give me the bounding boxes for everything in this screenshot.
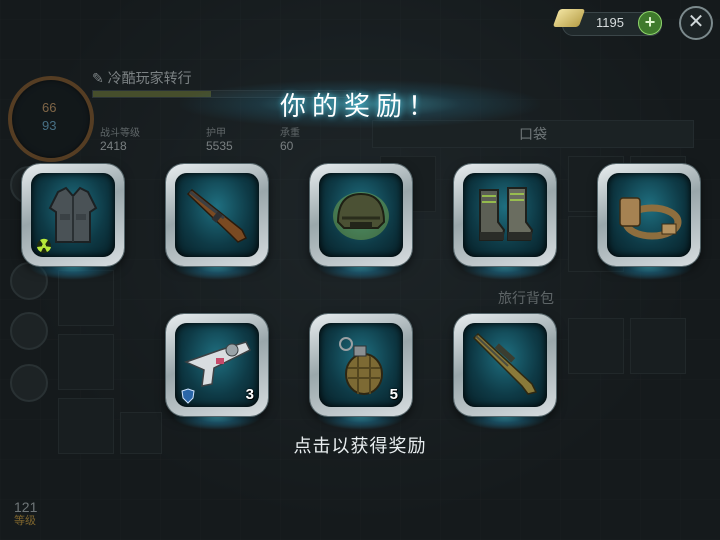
reward-slot-armor-vest[interactable] bbox=[22, 164, 124, 280]
player-name[interactable]: ✎ 冷酷玩家转行 bbox=[92, 68, 192, 88]
reward-slot-sniper-rifle[interactable] bbox=[454, 314, 556, 430]
belt-icon bbox=[619, 197, 682, 240]
stat-carry-weight: 承重 60 bbox=[280, 128, 300, 153]
helmet-icon bbox=[333, 192, 389, 240]
reward-slot-helmet[interactable] bbox=[310, 164, 412, 280]
radiation-badge-icon bbox=[37, 238, 51, 253]
grenade-icon bbox=[339, 337, 383, 395]
reward-slot-repair-gun[interactable]: 3 bbox=[166, 314, 268, 430]
stat-combat-level: 战斗等级 2418 bbox=[100, 128, 140, 153]
reward-slot-boots[interactable] bbox=[454, 164, 556, 280]
bag-label: 旅行背包 bbox=[498, 290, 554, 306]
reward-slot-grenade[interactable]: 5 bbox=[310, 314, 412, 430]
crafting-button[interactable] bbox=[10, 312, 48, 350]
reward-slot-rifle[interactable] bbox=[166, 164, 268, 280]
player-level: 121 等级 bbox=[14, 499, 38, 527]
reward-slot-belt[interactable] bbox=[598, 164, 700, 280]
add-currency-button[interactable]: + bbox=[638, 11, 662, 35]
tap-to-claim-hint[interactable]: 点击以获得奖励 bbox=[0, 432, 720, 458]
reward-qty: 3 bbox=[245, 386, 254, 403]
shield-badge-icon bbox=[181, 388, 195, 404]
workbench-button[interactable] bbox=[10, 364, 48, 402]
inventory-cell[interactable] bbox=[568, 318, 624, 374]
stat-armor: 护甲 5535 bbox=[206, 128, 233, 153]
inventory-cell[interactable] bbox=[630, 318, 686, 374]
boots-icon bbox=[479, 187, 534, 241]
sniper-rifle-icon bbox=[472, 332, 538, 395]
currency-value: 1195 bbox=[596, 15, 624, 30]
close-button[interactable]: ✕ bbox=[679, 6, 713, 40]
inventory-cell[interactable] bbox=[58, 334, 114, 390]
rifle-icon bbox=[186, 188, 248, 243]
reward-title: 你的奖励！ bbox=[279, 91, 440, 121]
reward-qty: 5 bbox=[389, 386, 398, 403]
